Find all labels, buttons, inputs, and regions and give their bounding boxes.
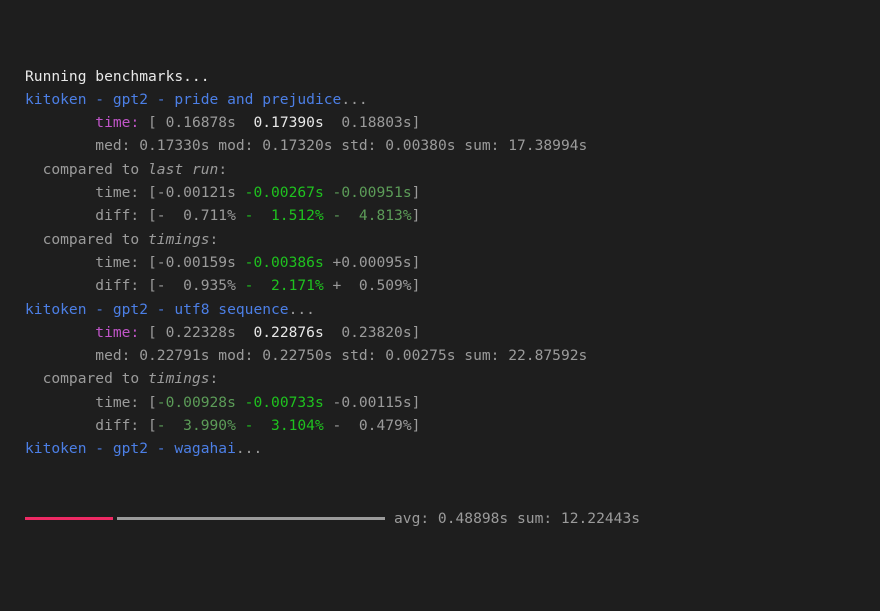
line-segment: time: [-0.00159s	[25, 253, 245, 271]
line-segment	[324, 184, 333, 201]
line-segment: - 1.512%	[244, 207, 324, 225]
line-segment: kitoken - gpt2 - pride and prejudice	[25, 90, 342, 108]
line-segment: ...	[288, 300, 315, 318]
terminal-line: time: [ 0.16878s 0.17390s 0.18803s]	[25, 111, 640, 134]
terminal-line: Running benchmarks...	[25, 65, 640, 88]
progress-bar-remaining	[117, 517, 385, 521]
terminal-output: Running benchmarks... kitoken - gpt2 - pr…	[25, 18, 640, 554]
line-segment: 0.22876s	[253, 323, 324, 341]
line-segment: kitoken - gpt2 - wagahai	[25, 440, 236, 458]
line-segment: +0.00095s]	[323, 253, 421, 271]
line-segment: time:	[95, 114, 140, 132]
line-segment	[236, 394, 245, 411]
terminal-line: compared to last run:	[25, 158, 640, 181]
progress-bar-fill	[25, 517, 113, 521]
line-segment: kitoken - gpt2 - utf8 sequence	[25, 300, 289, 318]
line-segment: last run	[148, 160, 219, 178]
line-segment: compared to	[25, 160, 149, 178]
line-segment: timings	[148, 370, 210, 388]
line-segment: med: 0.17330s mod: 0.17320s std: 0.00380…	[25, 137, 588, 155]
terminal-line: time: [-0.00159s -0.00386s +0.00095s]	[25, 251, 640, 274]
line-segment: [ 0.16878s	[139, 114, 254, 132]
line-segment	[324, 207, 333, 224]
terminal-line: compared to timings:	[25, 367, 640, 390]
terminal-line: diff: [- 3.990% - 3.104% - 0.479%]	[25, 414, 640, 437]
line-segment: ...	[341, 90, 368, 108]
line-segment: compared to	[25, 370, 149, 388]
terminal-line: kitoken - gpt2 - wagahai...	[25, 437, 640, 460]
line-segment: 0.17390s	[253, 114, 324, 132]
progress-stats: avg: 0.48898s sum: 12.22443s	[394, 510, 641, 528]
terminal-line: diff: [- 0.711% - 1.512% - 4.813%]	[25, 204, 640, 227]
line-segment: time: [-0.00121s	[25, 184, 245, 202]
terminal-line: time: [ 0.22328s 0.22876s 0.23820s]	[25, 321, 640, 344]
terminal-line: time: [-0.00928s -0.00733s -0.00115s]	[25, 391, 640, 414]
line-segment: 0.18803s]	[323, 114, 421, 132]
line-segment: - 3.104%	[244, 417, 324, 435]
line-segment: timings	[148, 230, 210, 248]
line-segment: -0.00115s]	[323, 393, 421, 411]
line-segment: + 0.509%]	[323, 277, 421, 295]
terminal-line: diff: [- 0.935% - 2.171% + 0.509%]	[25, 274, 640, 297]
output-lines: Running benchmarks... kitoken - gpt2 - pr…	[25, 65, 640, 461]
progress-bar	[25, 517, 385, 521]
terminal-line: kitoken - gpt2 - pride and prejudice...	[25, 88, 640, 111]
terminal-line: kitoken - gpt2 - utf8 sequence...	[25, 298, 640, 321]
line-segment: - 0.479%]	[323, 417, 421, 435]
terminal-line: med: 0.22791s mod: 0.22750s std: 0.00275…	[25, 344, 640, 367]
line-segment: ...	[235, 440, 263, 458]
line-segment: compared to	[25, 230, 149, 248]
line-segment	[25, 324, 95, 341]
line-segment: Running benchmarks...	[25, 67, 210, 85]
terminal-line: time: [-0.00121s -0.00267s -0.00951s]	[25, 181, 640, 204]
line-segment: :	[209, 370, 219, 388]
progress-row: avg: 0.48898s sum: 12.22443s	[25, 507, 640, 530]
line-segment: time:	[95, 323, 140, 341]
line-segment: time: [	[25, 393, 157, 411]
line-segment: -0.00951s	[332, 184, 412, 202]
line-segment: diff: [	[25, 417, 157, 435]
line-segment: diff: [- 0.711%	[25, 207, 245, 225]
line-segment: -0.00928s	[156, 393, 236, 411]
line-segment	[236, 417, 245, 434]
line-segment	[25, 114, 95, 131]
line-segment: -0.00267s	[244, 184, 324, 202]
line-segment: diff: [- 0.935%	[25, 277, 245, 295]
line-segment: -0.00386s	[244, 253, 324, 271]
line-segment: :	[209, 230, 219, 248]
terminal-line: compared to timings:	[25, 228, 640, 251]
line-segment: - 2.171%	[244, 277, 324, 295]
line-segment: -0.00733s	[244, 393, 324, 411]
line-segment: ]	[411, 184, 421, 202]
line-segment: [ 0.22328s	[139, 323, 254, 341]
line-segment: 0.23820s]	[323, 323, 421, 341]
line-segment: - 4.813%	[332, 207, 412, 225]
terminal-line: med: 0.17330s mod: 0.17320s std: 0.00380…	[25, 134, 640, 157]
line-segment: ]	[411, 207, 421, 225]
line-segment: med: 0.22791s mod: 0.22750s std: 0.00275…	[25, 347, 588, 365]
line-segment: - 3.990%	[156, 417, 236, 435]
line-segment: :	[218, 160, 228, 178]
